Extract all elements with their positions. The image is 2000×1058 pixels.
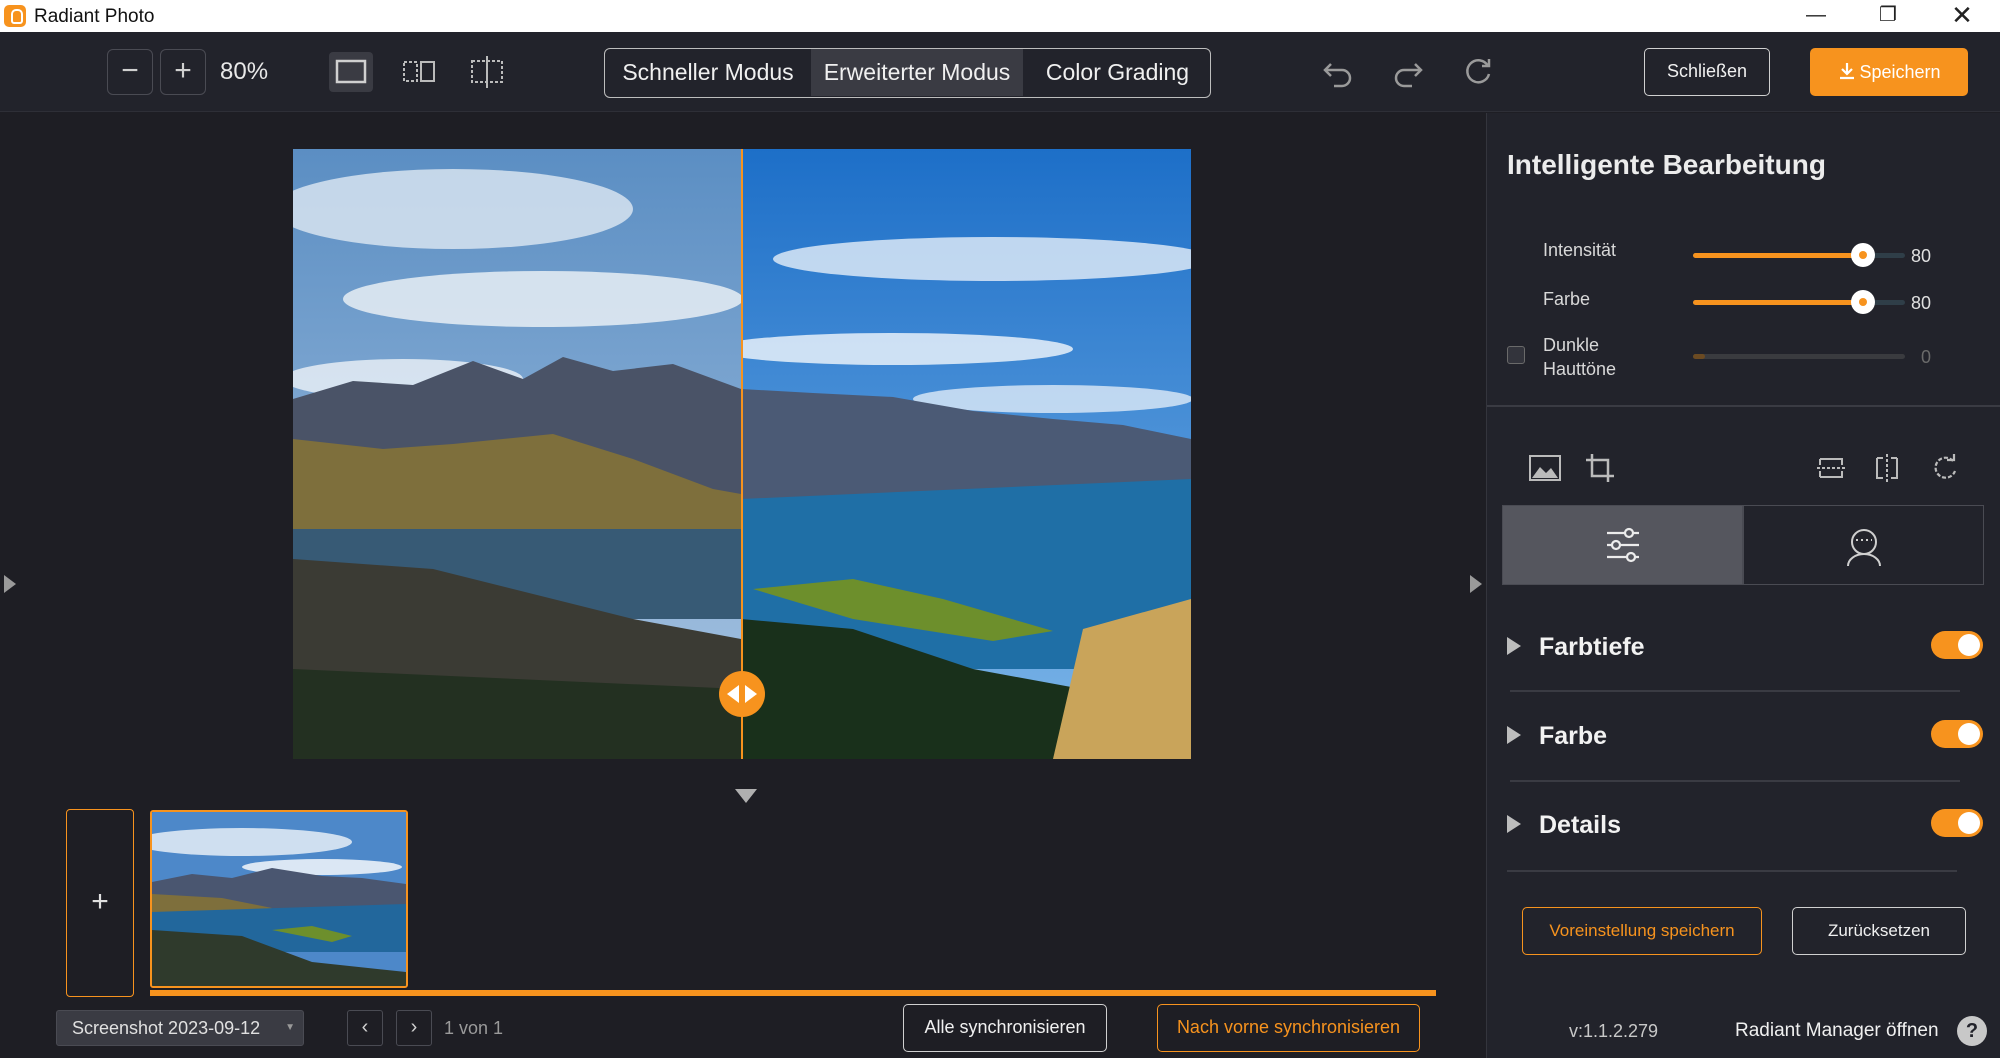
section-color-depth[interactable]: Farbtiefe: [1507, 627, 1983, 667]
zoom-in-button[interactable]: +: [160, 49, 206, 95]
section-color-depth-label: Farbtiefe: [1539, 633, 1645, 661]
sync-forward-button[interactable]: Nach vorne synchronisieren: [1157, 1004, 1420, 1052]
image-select[interactable]: Screenshot 2023-09-12 ▼: [56, 1010, 304, 1046]
save-button-label: Speichern: [1859, 62, 1941, 82]
save-button[interactable]: Speichern: [1810, 48, 1968, 96]
dark-skin-slider[interactable]: [1693, 354, 1905, 359]
intensity-value: 80: [1911, 246, 1932, 266]
divider: [1510, 780, 1960, 782]
details-toggle[interactable]: [1931, 809, 1983, 837]
sync-all-button[interactable]: Alle synchronisieren: [903, 1004, 1107, 1052]
expand-icon: [1507, 637, 1521, 655]
open-manager-link[interactable]: Radiant Manager öffnen: [1735, 1020, 1939, 1042]
save-preset-button[interactable]: Voreinstellung speichern: [1522, 907, 1762, 955]
section-details[interactable]: Details: [1507, 805, 1983, 845]
face-icon: [1847, 529, 1881, 567]
divider: [1507, 870, 1957, 872]
zoom-out-button[interactable]: −: [107, 49, 153, 95]
section-details-label: Details: [1539, 811, 1621, 839]
tab-quick-mode[interactable]: Schneller Modus: [605, 49, 811, 96]
expand-icon: [1507, 815, 1521, 833]
page-indicator: 1 von 1: [444, 1018, 504, 1038]
next-image-button[interactable]: ›: [396, 1010, 432, 1046]
divider: [1510, 690, 1960, 692]
intensity-label: Intensität: [1543, 240, 1617, 260]
flip-horizontal-icon[interactable]: [1869, 451, 1905, 485]
title-bar: Radiant Photo — ❐ ✕: [0, 0, 2000, 32]
toolbar: − + 80% Schneller Modus Erweiterter Modu…: [0, 32, 2000, 112]
sliders-icon: [1607, 527, 1639, 563]
color-toggle[interactable]: [1931, 720, 1983, 748]
download-icon: [1840, 63, 1855, 80]
dark-skin-slider-fill: [1693, 354, 1705, 359]
intensity-slider-fill: [1693, 253, 1863, 258]
expand-icon: [1507, 726, 1521, 744]
tab-adjustments[interactable]: [1502, 505, 1743, 585]
collapse-right-panel-icon[interactable]: [1470, 575, 1482, 593]
intensity-slider-knob[interactable]: [1850, 243, 1875, 267]
image-select-value: Screenshot 2023-09-12: [72, 1018, 261, 1038]
intensity-slider[interactable]: [1693, 243, 1905, 267]
close-button[interactable]: Schließen: [1644, 48, 1770, 96]
tab-advanced-mode[interactable]: Erweiterter Modus: [811, 49, 1023, 96]
panel-title: Intelligente Bearbeitung: [1507, 149, 1826, 180]
side-by-side-view-icon[interactable]: [397, 52, 441, 92]
section-color-label: Farbe: [1539, 722, 1608, 750]
color-slider[interactable]: [1693, 290, 1905, 314]
filmstrip-scrollbar[interactable]: [150, 990, 1436, 996]
photo-preview[interactable]: [293, 149, 1191, 759]
help-icon[interactable]: ?: [1957, 1016, 1987, 1046]
previous-image-button[interactable]: ‹: [347, 1010, 383, 1046]
section-color[interactable]: Farbe: [1507, 716, 1983, 756]
chevron-down-icon: ▼: [285, 1022, 295, 1033]
image-icon[interactable]: [1527, 451, 1563, 485]
expand-left-panel-icon[interactable]: [4, 575, 16, 593]
maximize-button[interactable]: ❐: [1858, 0, 1918, 32]
single-view-icon[interactable]: [329, 52, 373, 92]
split-divider[interactable]: [741, 149, 743, 759]
edit-panel: Intelligente Bearbeitung Intensität 80 F…: [1486, 113, 2000, 1058]
app-title: Radiant Photo: [34, 6, 155, 27]
dark-skin-label: Dunkle Hauttöne: [1543, 335, 1617, 379]
tab-portrait[interactable]: [1743, 505, 1984, 585]
split-handle-icon[interactable]: [719, 671, 765, 717]
crop-icon[interactable]: [1583, 451, 1619, 485]
flip-vertical-icon[interactable]: [1813, 451, 1849, 485]
tab-color-grading[interactable]: Color Grading: [1023, 49, 1210, 96]
toggle-filmstrip-icon[interactable]: [735, 789, 757, 803]
minimize-button[interactable]: —: [1786, 0, 1846, 32]
dark-skin-checkbox[interactable]: [1507, 346, 1525, 364]
color-label: Farbe: [1543, 289, 1591, 309]
add-image-button[interactable]: +: [66, 809, 134, 997]
filmstrip-thumbnail[interactable]: [150, 810, 408, 988]
divider: [1487, 405, 2000, 407]
reset-icon[interactable]: [1460, 54, 1496, 90]
rotate-icon[interactable]: [1927, 451, 1963, 485]
reset-button[interactable]: Zurücksetzen: [1792, 907, 1966, 955]
filmstrip-scrollbar-thumb[interactable]: [150, 990, 1436, 996]
split-view-icon[interactable]: [465, 52, 509, 92]
zoom-level: 80%: [220, 58, 269, 85]
redo-icon[interactable]: [1390, 54, 1426, 90]
mode-switcher: Schneller Modus Erweiterter Modus Color …: [604, 48, 1211, 98]
color-slider-fill: [1693, 300, 1863, 305]
app-logo-icon: [4, 5, 26, 27]
close-window-button[interactable]: ✕: [1932, 0, 1992, 32]
undo-icon[interactable]: [1320, 54, 1356, 90]
dark-skin-value: 0: [1921, 347, 1932, 367]
version-label: v:1.1.2.279: [1569, 1021, 1659, 1041]
color-depth-toggle[interactable]: [1931, 631, 1983, 659]
color-slider-knob[interactable]: [1850, 290, 1875, 314]
color-value: 80: [1911, 293, 1932, 313]
